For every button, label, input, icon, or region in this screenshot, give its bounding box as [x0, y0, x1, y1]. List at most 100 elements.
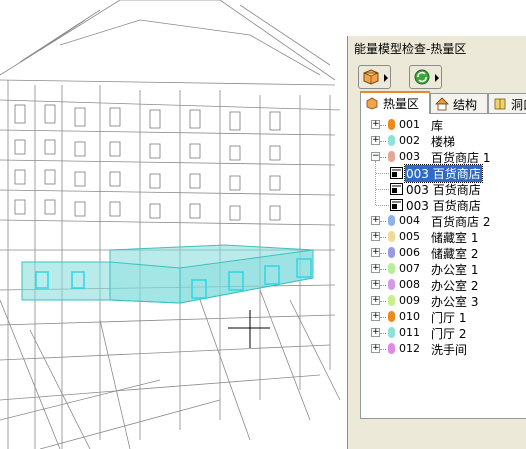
tab-opening[interactable]: 洞口 — [488, 93, 526, 113]
tree-item-012[interactable]: +012 洗手间 — [361, 341, 526, 357]
zone-tree[interactable]: +001 库 +002 楼梯 −003 百货商店 1 003 百货商店 003 百货商店 003… — [360, 113, 526, 419]
expand-icon[interactable]: + — [371, 312, 380, 321]
thermal-zone-panel: 能量模型检查-热量区 热量区 结构 洞 + 001 库 + 002 楼梯 − 0… — [347, 36, 526, 449]
zone-number: 007 — [399, 262, 420, 275]
expand-icon[interactable]: + — [371, 120, 380, 129]
tree-connector — [380, 333, 386, 334]
zone-icon — [366, 97, 378, 110]
space-icon — [390, 167, 403, 179]
refresh-green-icon — [414, 69, 430, 85]
zone-name: 门厅 2 — [431, 327, 467, 341]
zone-number: 012 — [399, 342, 420, 355]
zone-name: 办公室 2 — [431, 279, 479, 293]
expand-icon[interactable]: + — [371, 136, 380, 145]
collapse-icon[interactable]: − — [371, 152, 380, 161]
expand-icon[interactable]: + — [371, 216, 380, 225]
tree-child-item[interactable]: 003 百货商店 — [361, 164, 526, 183]
zone-color-swatch — [388, 119, 395, 130]
zone-name: 办公室 1 — [431, 263, 479, 277]
panel-title: 能量模型检查-热量区 — [354, 42, 467, 56]
zone-number: 001 — [399, 118, 420, 131]
zone-number: 003 — [399, 150, 420, 163]
tree-item-004[interactable]: +004 百货商店 2 — [361, 213, 526, 229]
tree-vertical-connector — [375, 161, 376, 205]
tree-item-006[interactable]: +006 储藏室 2 — [361, 245, 526, 261]
zone-name: 储藏室 1 — [431, 231, 479, 245]
opening-icon — [494, 98, 506, 110]
zone-color-swatch — [388, 215, 395, 226]
tree-item-002[interactable]: +002 楼梯 — [361, 133, 526, 149]
zone-number: 009 — [399, 294, 420, 307]
tree-item-009[interactable]: +009 办公室 3 — [361, 293, 526, 309]
zone-name: 百货商店 1 — [431, 151, 491, 165]
tree-connector — [380, 253, 386, 254]
tree-connector — [380, 125, 386, 126]
zone-name: 楼梯 — [431, 135, 456, 149]
zone-name: 办公室 3 — [431, 295, 479, 309]
tree-connector — [380, 221, 386, 222]
tree-connector — [380, 141, 386, 142]
tree-item-003[interactable]: − 003 百货商店 1 — [361, 149, 526, 165]
tab-label: 结构 — [453, 98, 478, 112]
tab-thermal-zone[interactable]: 热量区 — [360, 91, 430, 114]
zone-color-swatch — [388, 343, 395, 354]
zone-number: 005 — [399, 230, 420, 243]
dropdown-arrow-icon — [435, 74, 439, 82]
tree-item-011[interactable]: +011 门厅 2 — [361, 325, 526, 341]
tree-connector — [380, 237, 386, 238]
expand-icon[interactable]: + — [371, 296, 380, 305]
tree-connector — [376, 189, 389, 190]
zone-color-swatch — [388, 231, 395, 242]
tree-item-007[interactable]: +007 办公室 1 — [361, 261, 526, 277]
tree-item-010[interactable]: +010 门厅 1 — [361, 309, 526, 325]
tree-connector — [380, 349, 386, 350]
zone-color-swatch — [388, 151, 395, 162]
tree-connector — [380, 317, 386, 318]
space-icon — [390, 199, 403, 211]
tab-structure[interactable]: 结构 — [430, 93, 488, 113]
highlighted-zone — [21, 244, 314, 304]
dropdown-arrow-icon — [384, 74, 388, 82]
tree-item-008[interactable]: +008 办公室 2 — [361, 277, 526, 293]
tree-connector — [380, 269, 386, 270]
expand-icon[interactable]: + — [371, 264, 380, 273]
expand-icon[interactable]: + — [371, 248, 380, 257]
expand-icon[interactable]: + — [371, 328, 380, 337]
tree-child-item[interactable]: 003 百货商店 — [361, 197, 526, 213]
expand-icon[interactable]: + — [371, 344, 380, 353]
zone-number: 011 — [399, 326, 420, 339]
model-3d-viewport[interactable] — [0, 0, 347, 449]
space-label[interactable]: 003 百货商店 — [404, 164, 483, 183]
panel-footer — [360, 422, 526, 449]
tab-label: 热量区 — [383, 97, 420, 111]
zone-name: 洗手间 — [431, 343, 468, 357]
expand-icon[interactable]: + — [371, 280, 380, 289]
tree-connector — [376, 173, 389, 174]
zone-color-swatch — [388, 311, 395, 322]
zone-name: 门厅 1 — [431, 311, 467, 325]
tree-connector — [380, 285, 386, 286]
tab-label: 洞口 — [511, 98, 526, 112]
building-wireframe — [0, 0, 341, 449]
model-check-button[interactable] — [358, 65, 391, 89]
zone-color-swatch — [388, 247, 395, 258]
expand-icon[interactable]: + — [371, 232, 380, 241]
zone-color-swatch — [388, 327, 395, 338]
refresh-button[interactable] — [409, 65, 442, 89]
tree-child-item[interactable]: 003 百货商店 — [361, 181, 526, 197]
tree-item-001[interactable]: +001 库 — [361, 117, 526, 133]
zone-number: 004 — [399, 214, 420, 227]
tree-connector — [380, 301, 386, 302]
tree-connector — [376, 205, 389, 206]
tree-item-005[interactable]: +005 储藏室 1 — [361, 229, 526, 245]
space-label[interactable]: 003 百货商店 — [405, 181, 482, 198]
zone-name: 储藏室 2 — [431, 247, 479, 261]
zone-name: 百货商店 2 — [431, 215, 491, 229]
space-icon — [390, 183, 403, 195]
zone-color-swatch — [388, 135, 395, 146]
zone-color-swatch — [388, 295, 395, 306]
house-icon — [435, 97, 449, 111]
model-cube-icon — [363, 69, 379, 85]
zone-name: 库 — [431, 119, 444, 133]
space-label[interactable]: 003 百货商店 — [405, 197, 482, 214]
